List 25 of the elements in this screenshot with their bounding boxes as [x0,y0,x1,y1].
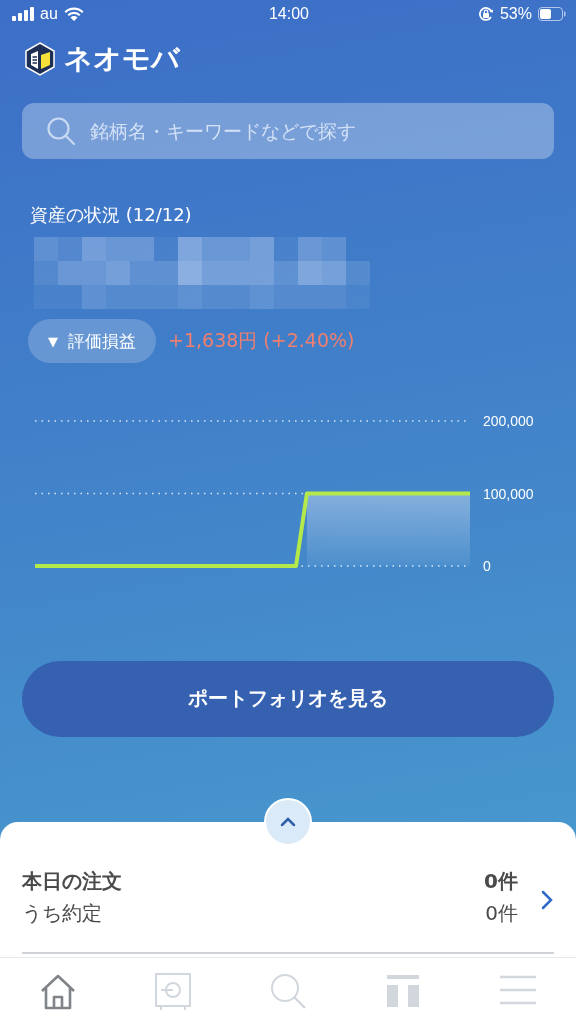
profit-loss-toggle[interactable]: ▼ 評価損益 [28,319,156,364]
profit-loss-value: +1,638円 (+2.40%) [168,328,355,354]
carrier-label: au [40,4,58,23]
orders-row[interactable]: 本日の注文 うち約定 0件 0件 [0,821,576,932]
executed-count: 0件 [484,899,518,927]
battery-icon [538,6,566,21]
axis-label: 200,000 [483,413,534,430]
portfolio-button[interactable]: ポートフォリオを見る [22,661,554,737]
battery-percent: 53% [499,4,532,23]
axis-label: 100,000 [483,485,534,502]
executed-label: うち約定 [22,899,103,927]
orders-title: 本日の注文 [22,867,123,895]
axis-label: 0 [483,558,491,575]
rotation-lock-icon [477,5,494,22]
app-logo-text: ネオモバ [64,41,180,78]
wifi-icon [63,6,84,21]
search-icon [46,116,76,147]
section-title: 資産の状況 (12/12) [30,203,193,228]
orders-count: 0件 [484,867,518,895]
safe-icon[interactable] [152,971,193,1012]
clock-time: 14:00 [268,4,309,23]
chevron-right-icon [540,888,554,911]
signal-icon [12,6,34,21]
logo-icon [24,42,56,77]
expand-handle[interactable] [264,797,312,846]
